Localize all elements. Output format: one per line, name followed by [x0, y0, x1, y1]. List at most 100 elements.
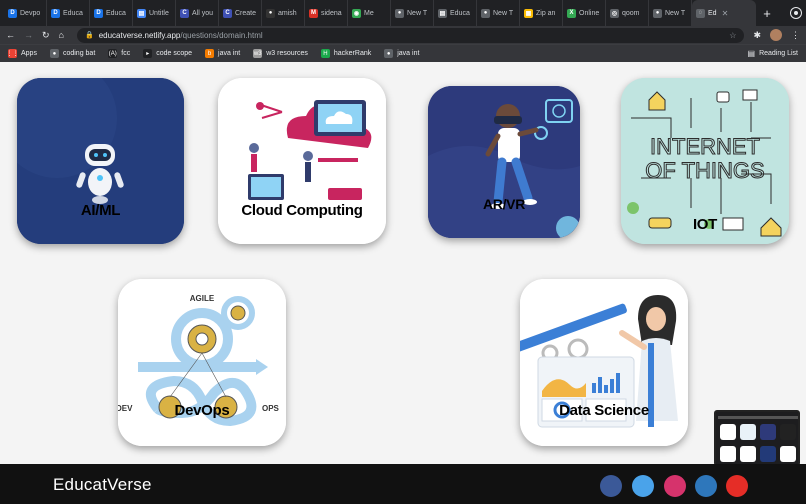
- home-icon[interactable]: ⌂: [59, 30, 64, 40]
- bookmark-item[interactable]: (A) fcc: [108, 49, 130, 58]
- bookmark-label: fcc: [121, 50, 131, 57]
- browser-tab[interactable]: ● New T: [391, 0, 434, 26]
- bookmark-item[interactable]: ⋮⋮ Apps: [6, 49, 37, 58]
- profile-menu-icon[interactable]: [786, 3, 806, 23]
- browser-tab[interactable]: C Create: [219, 0, 262, 26]
- domain-label: Cloud Computing: [241, 202, 363, 219]
- browser-tab[interactable]: ● New T: [477, 0, 520, 26]
- browser-tab[interactable]: ▤ Untitle: [133, 0, 176, 26]
- bookmark-icon: ▸: [143, 49, 153, 58]
- domain-card-ai-ml[interactable]: AI/ML: [17, 78, 184, 244]
- tab-title: amish: [278, 9, 297, 17]
- site-footer: EducatVerse: [0, 464, 806, 504]
- tab-title: Educa: [450, 9, 470, 17]
- tab-title: Online: [579, 9, 600, 17]
- robot-illustration: [17, 78, 184, 244]
- domain-card-data-science[interactable]: Data Science: [520, 279, 688, 446]
- avatar[interactable]: [770, 29, 782, 41]
- domain-card-iot[interactable]: INTERNET OF THINGS IOT: [621, 78, 789, 244]
- browser-tab[interactable]: D Educa: [90, 0, 133, 26]
- bookmark-item[interactable]: ● coding bat: [49, 49, 95, 58]
- tab-favicon-icon: ●: [481, 8, 490, 18]
- bookmark-item[interactable]: HhackerRank: [320, 49, 372, 58]
- browser-toolbar: ← → ↻ ⌂ 🔒 educatverse.netlify.app/questi…: [0, 26, 806, 44]
- domain-label: AI/ML: [80, 202, 121, 219]
- bookmark-icon: ⋮⋮: [6, 49, 19, 58]
- youtube-icon[interactable]: [726, 475, 748, 497]
- instagram-icon[interactable]: [664, 475, 686, 497]
- browser-tab[interactable]: D Educa: [47, 0, 90, 26]
- bookmark-item[interactable]: ▸ code scope: [143, 49, 192, 58]
- bookmark-label: w3 resources: [266, 50, 308, 57]
- domain-label: DevOps: [174, 402, 230, 419]
- bookmark-list: ⋮⋮ Apps ● coding bat (A) fcc ▸ code scope b java …: [6, 49, 419, 58]
- bookmark-icon: ●: [49, 49, 59, 58]
- tab-favicon-icon: ▦: [524, 8, 533, 18]
- browser-tab[interactable]: C All you: [176, 0, 219, 26]
- browser-tab[interactable]: D Devpo: [4, 0, 47, 26]
- lock-icon: 🔒: [84, 32, 94, 39]
- new-tab-button[interactable]: +: [756, 6, 778, 21]
- browser-tab[interactable]: ◎ qoom: [606, 0, 649, 26]
- tab-favicon-icon: C: [223, 8, 232, 18]
- bookmark-label: java int: [397, 50, 420, 57]
- tab-title: sidena: [321, 9, 342, 17]
- agile-label: AGILE: [190, 294, 215, 303]
- linkedin-icon[interactable]: [695, 475, 717, 497]
- domain-card-cloud-computing[interactable]: Cloud Computing: [218, 78, 386, 244]
- footer-brand[interactable]: EducatVerse: [53, 475, 152, 495]
- browser-tab[interactable]: ● New T: [649, 0, 692, 26]
- domain-card-devops[interactable]: AGILE DEV OPS DevOps: [118, 279, 286, 446]
- browser-tab[interactable]: X Online: [563, 0, 606, 26]
- tab-favicon-icon: C: [180, 8, 189, 18]
- screen-preview-thumbnail[interactable]: [714, 410, 800, 466]
- bookmark-item[interactable]: ● java int: [384, 49, 419, 58]
- tab-favicon-icon: ◉: [352, 8, 361, 18]
- tab-title: New T: [493, 9, 514, 17]
- bookmark-icon: H: [320, 49, 330, 58]
- extensions-icon[interactable]: ✱: [753, 30, 761, 40]
- tab-title: Educa: [106, 9, 126, 17]
- menu-icon[interactable]: ⋮: [791, 30, 800, 40]
- facebook-icon[interactable]: [600, 475, 622, 497]
- url-host: educatverse.netlify.app: [98, 30, 181, 40]
- bookmark-item[interactable]: w3 w3 resources: [253, 49, 308, 58]
- reading-list-button[interactable]: ▤ Reading List: [748, 49, 798, 58]
- tab-title: New T: [665, 9, 686, 17]
- back-icon[interactable]: ←: [6, 30, 15, 40]
- tab-favicon-icon: ◌: [696, 8, 705, 18]
- bookmark-label: hackerRank: [333, 50, 372, 57]
- browser-tab[interactable]: Msidena: [305, 0, 348, 26]
- bookmark-label: code scope: [156, 50, 193, 57]
- cloud-illustration: [218, 78, 386, 244]
- bookmarks-bar: ⋮⋮ Apps ● coding bat (A) fcc ▸ code scope b java …: [0, 44, 806, 62]
- domain-label: IOT: [692, 216, 718, 233]
- tab-title: Me: [364, 9, 374, 17]
- tab-title: Devpo: [20, 9, 41, 17]
- domain-page: AI/ML Cloud Computing AR/VR INTERNET OF …: [0, 62, 806, 466]
- browser-tab[interactable]: ◌ Ed ✕: [692, 0, 756, 26]
- browser-tab[interactable]: ▤ Educa: [434, 0, 477, 26]
- star-icon[interactable]: ☆: [729, 31, 736, 40]
- iot-title-line2: OF THINGS: [645, 158, 764, 183]
- tab-favicon-icon: X: [567, 8, 576, 18]
- domain-card-ar-vr[interactable]: AR/VR: [428, 86, 580, 238]
- bookmark-icon: w3: [253, 49, 263, 58]
- address-bar[interactable]: 🔒 educatverse.netlify.app/questions/doma…: [76, 27, 745, 43]
- reading-list-icon: ▤: [747, 49, 756, 58]
- forward-icon[interactable]: →: [24, 30, 33, 40]
- browser-tab[interactable]: ▦ Zip an: [520, 0, 563, 26]
- browser-tab[interactable]: ● amish: [262, 0, 305, 26]
- reading-list-label: Reading List: [759, 50, 798, 57]
- bookmark-icon: ●: [384, 49, 394, 58]
- tab-title: Ed: [708, 9, 717, 17]
- bookmark-item[interactable]: b java int: [205, 49, 240, 58]
- reload-icon[interactable]: ↻: [42, 30, 50, 40]
- close-tab-icon[interactable]: ✕: [722, 9, 729, 18]
- bookmark-label: java int: [218, 50, 241, 57]
- tab-title: Zip an: [536, 9, 556, 17]
- twitter-icon[interactable]: [632, 475, 654, 497]
- thumbnail-image: [716, 412, 798, 464]
- tab-favicon-icon: ●: [653, 8, 662, 18]
- browser-tab[interactable]: ◉ Me: [348, 0, 391, 26]
